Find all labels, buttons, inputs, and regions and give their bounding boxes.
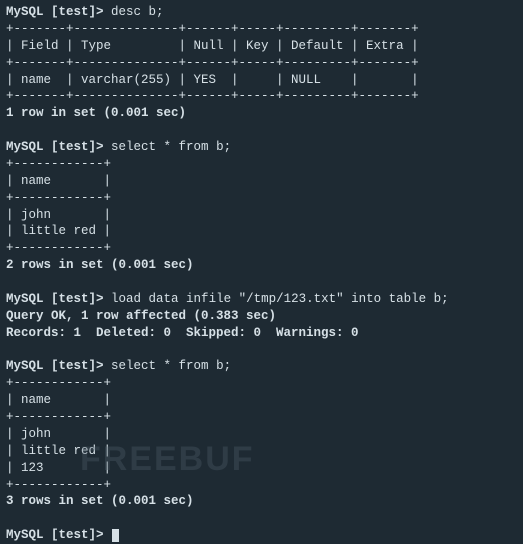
command-3: load data infile "/tmp/123.txt" into tab…: [111, 292, 449, 306]
prompt-line-4: MySQL [test]> select * from b;: [6, 358, 517, 375]
command-4: select * from b;: [111, 359, 231, 373]
load-result-2: Records: 1 Deleted: 0 Skipped: 0 Warning…: [6, 325, 517, 342]
blank-3: [6, 342, 517, 359]
prompt-line-2: MySQL [test]> select * from b;: [6, 139, 517, 156]
desc-result: 1 row in set (0.001 sec): [6, 105, 517, 122]
desc-border-bot: +-------+--------------+------+-----+---…: [6, 88, 517, 105]
sel2-row-1: | john |: [6, 426, 517, 443]
sel1-border-mid: +------------+: [6, 190, 517, 207]
sel2-row-2: | little red |: [6, 443, 517, 460]
prompt-line-3: MySQL [test]> load data infile "/tmp/123…: [6, 291, 517, 308]
prompt-line-1: MySQL [test]> desc b;: [6, 4, 517, 21]
sel1-border-top: +------------+: [6, 156, 517, 173]
desc-border-mid: +-------+--------------+------+-----+---…: [6, 55, 517, 72]
prompt: MySQL [test]>: [6, 5, 104, 19]
sel2-border-top: +------------+: [6, 375, 517, 392]
blank-2: [6, 274, 517, 291]
sel2-border-bot: +------------+: [6, 477, 517, 494]
sel2-result: 3 rows in set (0.001 sec): [6, 493, 517, 510]
sel1-row-2: | little red |: [6, 223, 517, 240]
prompt: MySQL [test]>: [6, 359, 104, 373]
sel2-row-3: | 123 |: [6, 460, 517, 477]
command-2: select * from b;: [111, 140, 231, 154]
blank-1: [6, 122, 517, 139]
sel1-border-bot: +------------+: [6, 240, 517, 257]
sel1-row-1: | john |: [6, 207, 517, 224]
cursor-icon: [112, 529, 119, 542]
prompt: MySQL [test]>: [6, 140, 104, 154]
blank-4: [6, 510, 517, 527]
sel2-header: | name |: [6, 392, 517, 409]
sel2-border-mid: +------------+: [6, 409, 517, 426]
command-1: desc b;: [111, 5, 164, 19]
desc-border-top: +-------+--------------+------+-----+---…: [6, 21, 517, 38]
terminal-output: MySQL [test]> desc b; +-------+---------…: [6, 4, 517, 544]
sel1-header: | name |: [6, 173, 517, 190]
desc-row-1: | name | varchar(255) | YES | | NULL | |: [6, 72, 517, 89]
load-result-1: Query OK, 1 row affected (0.383 sec): [6, 308, 517, 325]
sel1-result: 2 rows in set (0.001 sec): [6, 257, 517, 274]
prompt-line-final[interactable]: MySQL [test]>: [6, 527, 517, 544]
desc-header: | Field | Type | Null | Key | Default | …: [6, 38, 517, 55]
prompt: MySQL [test]>: [6, 292, 104, 306]
prompt: MySQL [test]>: [6, 528, 104, 542]
